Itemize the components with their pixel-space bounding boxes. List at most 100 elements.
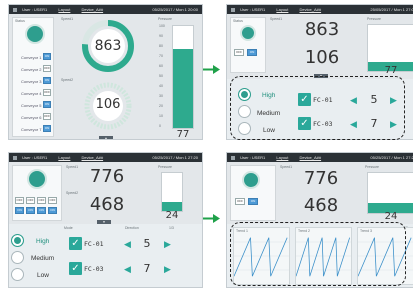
radio-low-label: Low (263, 127, 275, 134)
conveyor-toggle[interactable]: ON (43, 53, 51, 60)
status-indicator (240, 25, 256, 41)
fc01-decrement-icon[interactable]: ◀ (350, 96, 357, 105)
scale-tick: 90 (159, 34, 163, 38)
user-label: User : USER1 (240, 155, 266, 160)
user-label: User : USER1 (22, 7, 48, 12)
device-link[interactable]: Device_A## (82, 5, 104, 14)
fc03-value: 7 (143, 262, 151, 275)
on-button[interactable]: ON (248, 198, 258, 205)
radio-low[interactable] (238, 122, 251, 135)
toggle-button[interactable]: ON (37, 207, 46, 214)
device-link[interactable]: Device_A## (300, 5, 322, 14)
scale-tick: 40 (159, 84, 163, 88)
off-button[interactable]: OFF (234, 49, 244, 56)
menu-icon[interactable] (231, 7, 235, 12)
device-link[interactable]: Device_A## (82, 153, 104, 162)
fc03-increment-icon[interactable]: ▶ (164, 265, 171, 274)
arrow-right-icon (203, 65, 220, 74)
fc03-decrement-icon[interactable]: ◀ (350, 120, 357, 129)
title-bar: User : USER1 Layout Device_A## 05/25/201… (227, 153, 413, 162)
radio-medium[interactable] (238, 105, 251, 118)
layout-link[interactable]: Layout (276, 153, 288, 162)
radio-high-label: High (262, 92, 276, 99)
timestamp: 05/25/2017 / Mon 1 27:20 (152, 155, 198, 160)
control-highlight (230, 76, 405, 140)
menu-icon[interactable] (231, 155, 235, 160)
fc01-value: 5 (370, 93, 378, 106)
screen-panel-overview: User : USER1 Layout Device_A## 05/25/201… (8, 4, 203, 140)
scale-tick: 20 (159, 104, 163, 108)
conveyor-toggle[interactable]: OFF (43, 65, 51, 72)
toggle-button[interactable]: OFF (37, 197, 46, 204)
speed1-label: Speed1 (61, 17, 74, 21)
radio-low[interactable] (11, 268, 24, 281)
speed-label: Speed1 (270, 17, 283, 21)
pressure-value: 24 (165, 210, 179, 221)
layout-link[interactable]: Layout (58, 153, 70, 162)
fc03-checkbox[interactable]: ✓ (69, 262, 82, 275)
user-label: User : USER1 (22, 155, 48, 160)
conveyor-toggle[interactable]: OFF (43, 89, 51, 96)
conveyor-toggle[interactable]: ON (43, 125, 51, 132)
title-bar: User : USER1 Layout Device_A## 25/05/201… (227, 5, 413, 14)
on-button[interactable]: ON (247, 49, 257, 56)
device-link[interactable]: Device_A## (300, 153, 322, 162)
speed1-value: 863 (94, 38, 122, 54)
radio-medium-label: Medium (257, 110, 281, 117)
radio-medium-label: Medium (31, 255, 55, 262)
scale-tick: 50 (159, 74, 163, 78)
pressure-value: 77 (384, 65, 398, 76)
speed2-value: 106 (95, 97, 121, 112)
status-indicator (27, 169, 47, 189)
toggle-button[interactable]: ON (26, 207, 35, 214)
radio-medium[interactable] (11, 251, 24, 264)
menu-icon[interactable] (13, 7, 17, 12)
mode-label: Mode (64, 226, 73, 230)
scale-tick: 100 (159, 24, 165, 28)
fc03-label: FC-03 (313, 120, 333, 128)
toggle-button[interactable]: OFF (15, 197, 24, 204)
conveyor-toggle[interactable]: ON (43, 101, 51, 108)
radio-low-label: Low (37, 272, 49, 279)
radio-high-label: High (36, 238, 50, 245)
toggle-button[interactable]: OFF (26, 197, 35, 204)
page-indicator: 1/3 (169, 226, 174, 230)
fc01-checkbox[interactable]: ✓ (298, 93, 311, 106)
fc03-increment-icon[interactable]: ▶ (390, 120, 397, 129)
fc01-decrement-icon[interactable]: ◀ (124, 240, 131, 249)
conveyor-label: Conveyor 2 (21, 67, 42, 72)
arrow-right-icon (203, 214, 220, 223)
fc03-value: 7 (370, 117, 378, 130)
layout-link[interactable]: Layout (58, 5, 70, 14)
pressure-label: Pressure (158, 17, 173, 21)
timestamp: 25/05/2017 / Mon 1 27:00 (370, 7, 413, 12)
speed-value: 776 (89, 166, 125, 187)
toggle-button[interactable]: ON (15, 207, 24, 214)
fc01-label: FC-01 (84, 240, 104, 248)
conveyor-toggle[interactable]: OFF (43, 113, 51, 120)
scroll-handle[interactable]: ▲ (99, 136, 113, 139)
screen-panel-mode: User : USER1 Layout Device_A## 05/25/201… (8, 152, 203, 288)
menu-icon[interactable] (13, 155, 17, 160)
speed2-value: 468 (303, 195, 339, 216)
toggle-button[interactable]: ON (48, 207, 57, 214)
conveyor-toggle[interactable]: ON (43, 77, 51, 84)
fc03-decrement-icon[interactable]: ◀ (124, 265, 131, 274)
radio-high[interactable] (11, 234, 24, 247)
toggle-button[interactable]: OFF (48, 197, 57, 204)
pressure-gauge-fill (173, 49, 193, 128)
fc03-checkbox[interactable]: ✓ (298, 117, 311, 130)
off-button[interactable]: OFF (235, 198, 245, 205)
fc01-checkbox[interactable]: ✓ (69, 237, 82, 250)
scale-tick: 60 (159, 64, 163, 68)
fc01-increment-icon[interactable]: ▶ (390, 96, 397, 105)
pressure-label: Pressure (365, 165, 380, 169)
conveyor-label: Conveyor 3 (21, 79, 42, 84)
pressure-value: 77 (176, 129, 190, 140)
radio-high[interactable] (238, 88, 251, 101)
fc01-increment-icon[interactable]: ▶ (164, 240, 171, 249)
scale-tick: 70 (159, 54, 163, 58)
pressure-gauge (367, 172, 413, 214)
layout-link[interactable]: Layout (276, 5, 288, 14)
fc01-value: 5 (143, 237, 151, 250)
